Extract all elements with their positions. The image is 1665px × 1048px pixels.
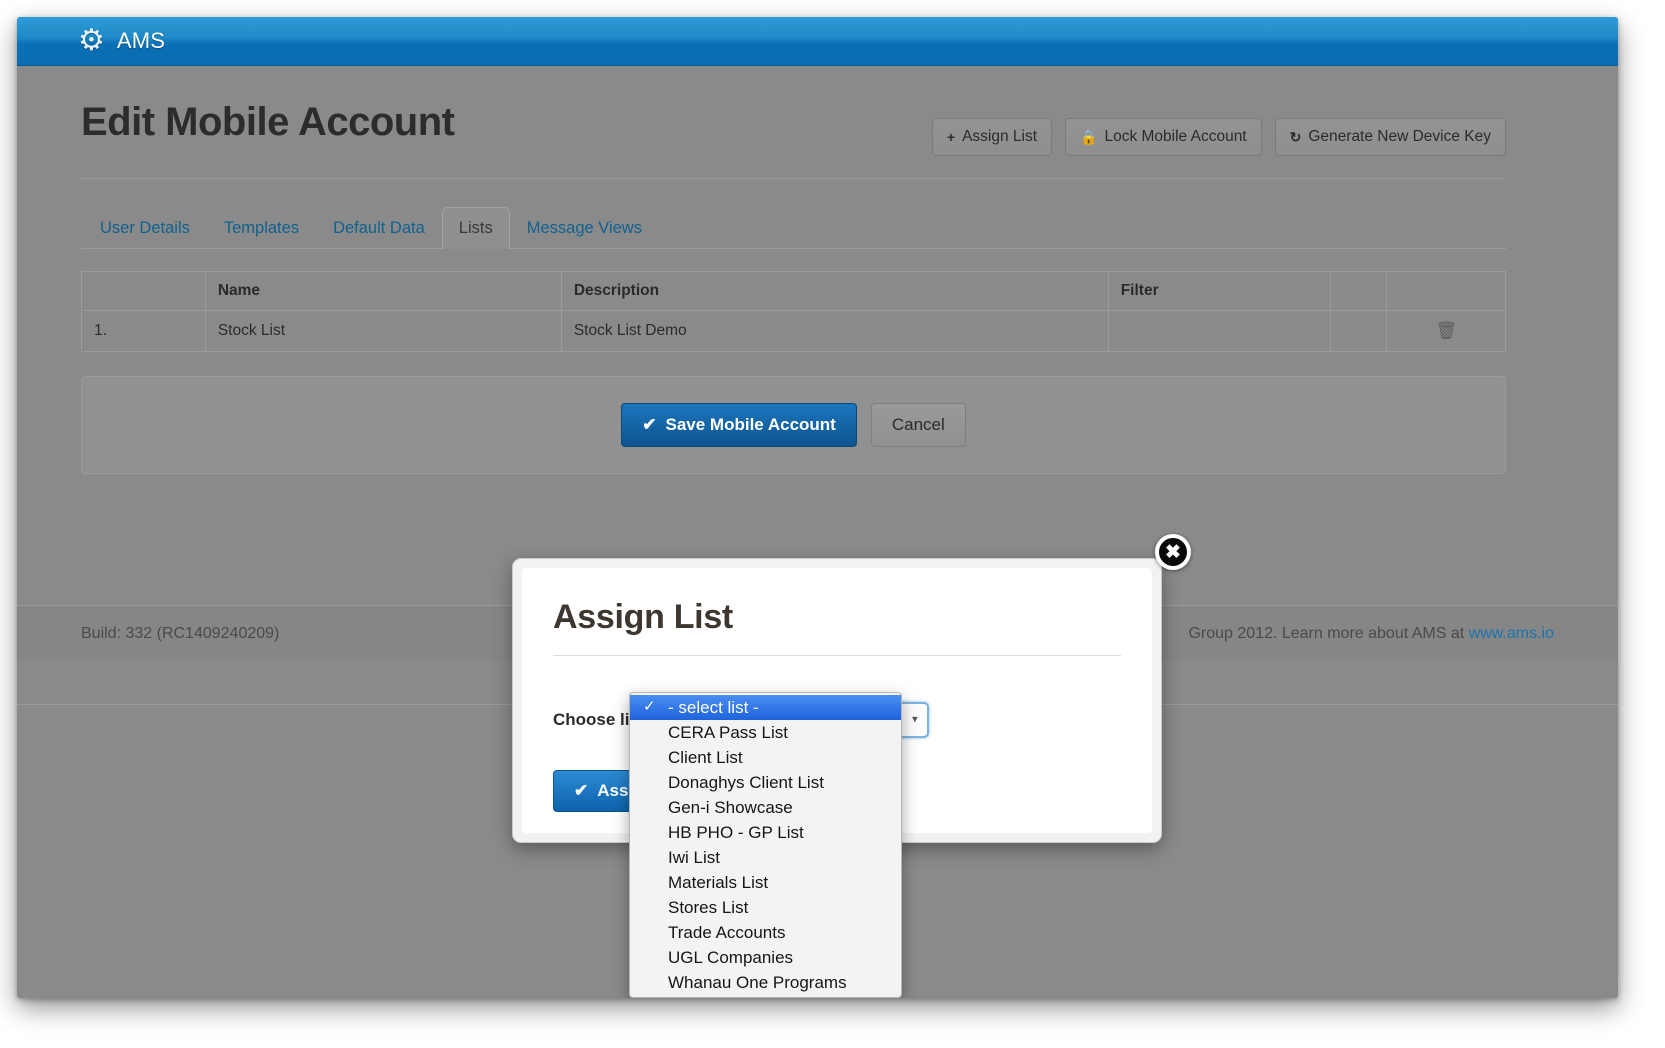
dropdown-option-label: CERA Pass List (668, 723, 788, 742)
refresh-icon: ↻ (1289, 128, 1302, 145)
form-actions-panel: ✔ Save Mobile Account Cancel (81, 376, 1506, 474)
th-filter: Filter (1107, 271, 1331, 311)
dropdown-option-label: Gen-i Showcase (668, 798, 793, 817)
dropdown-option-label: HB PHO - GP List (668, 823, 804, 842)
tab-bar: User Details Templates Default Data List… (81, 207, 1506, 249)
footer-copyright: Group 2012. Learn more about AMS at www.… (1188, 625, 1554, 643)
brand-link[interactable]: ⚙ AMS (78, 26, 165, 56)
assign-list-button[interactable]: + Assign List (931, 118, 1053, 156)
modal-title-divider (553, 655, 1121, 656)
dropdown-option-label: - select list - (668, 698, 759, 717)
dropdown-option[interactable]: Materials List (630, 870, 901, 895)
table-row: 1. Stock List Stock List Demo 🗑 (81, 310, 1506, 352)
dropdown-option-label: Trade Accounts (668, 923, 786, 942)
assign-list-button-label: Assign List (962, 128, 1038, 145)
dropdown-option-label: Client List (668, 748, 743, 767)
lists-table: Name Description Filter 1. Stock List St… (81, 271, 1506, 352)
header-actions: + Assign List 🔒 Lock Mobile Account ↻ Ge… (931, 100, 1506, 156)
lock-mobile-account-button[interactable]: 🔒 Lock Mobile Account (1065, 118, 1262, 156)
build-info: Build: 332 (RC1409240209) (81, 625, 280, 642)
dropdown-option-label: Materials List (668, 873, 769, 892)
tab-default-data[interactable]: Default Data (316, 207, 442, 249)
top-navbar: ⚙ AMS (17, 17, 1618, 66)
dropdown-option[interactable]: UGL Companies (630, 945, 901, 970)
cell-index: 1. (81, 310, 206, 352)
dropdown-option-label: UGL Companies (668, 948, 794, 967)
th-name: Name (204, 271, 562, 311)
check-icon: ✔ (642, 415, 657, 434)
dropdown-option[interactable]: HB PHO - GP List (630, 820, 901, 845)
cancel-button[interactable]: Cancel (870, 403, 966, 447)
cell-filter (1107, 310, 1331, 352)
cell-spare (1329, 310, 1388, 352)
dropdown-option[interactable]: Client List (630, 745, 901, 770)
footer-copyright-text: Group 2012. Learn more about AMS at (1188, 625, 1465, 642)
dropdown-option-label: Stores List (668, 898, 749, 917)
lock-mobile-account-button-label: Lock Mobile Account (1104, 128, 1247, 145)
generate-new-device-key-button[interactable]: ↻ Generate New Device Key (1274, 118, 1506, 156)
save-mobile-account-button[interactable]: ✔ Save Mobile Account (621, 403, 857, 447)
tab-templates[interactable]: Templates (207, 207, 316, 249)
dropdown-option-label: Iwi List (668, 848, 720, 867)
th-actions (1386, 271, 1506, 311)
dropdown-option[interactable]: Donaghys Client List (630, 770, 901, 795)
ams-website-link[interactable]: www.ams.io (1469, 625, 1554, 642)
list-select-dropdown[interactable]: ✓ - select list - CERA Pass List Client Lis… (629, 692, 902, 998)
th-spare (1329, 271, 1388, 311)
th-description: Description (560, 271, 1109, 311)
plus-icon: + (946, 129, 956, 145)
dropdown-option[interactable]: CERA Pass List (630, 720, 901, 745)
th-index (81, 271, 206, 311)
browser-window: ⚙ AMS Edit Mobile Account + Assign List … (17, 17, 1618, 998)
chevron-down-icon: ▾ (912, 713, 918, 726)
dropdown-option-label: Donaghys Client List (668, 773, 824, 792)
dropdown-option[interactable]: Iwi List (630, 845, 901, 870)
trash-icon: 🗑 (1435, 321, 1457, 340)
brand-label: AMS (116, 28, 166, 53)
dropdown-option[interactable]: Stores List (630, 895, 901, 920)
cell-description: Stock List Demo (560, 310, 1109, 352)
content-container: Edit Mobile Account + Assign List 🔒 Lock… (81, 66, 1506, 474)
screenshot-root: ⚙ AMS Edit Mobile Account + Assign List … (0, 0, 1665, 1048)
tab-message-views[interactable]: Message Views (510, 207, 659, 249)
dropdown-option[interactable]: ✓ - select list - (630, 695, 901, 720)
dropdown-option[interactable]: Whanau One Programs (630, 970, 901, 995)
close-icon[interactable]: ✖ (1155, 534, 1191, 570)
dropdown-option[interactable]: Gen-i Showcase (630, 795, 901, 820)
page-header: Edit Mobile Account + Assign List 🔒 Lock… (81, 66, 1506, 156)
tab-lists[interactable]: Lists (441, 207, 510, 249)
generate-new-device-key-button-label: Generate New Device Key (1308, 128, 1491, 145)
modal-title: Assign List (553, 598, 733, 636)
dropdown-option[interactable]: Trade Accounts (630, 920, 901, 945)
check-icon: ✓ (643, 698, 656, 715)
save-mobile-account-button-label: Save Mobile Account (665, 415, 836, 434)
delete-row-button[interactable]: 🗑 (1386, 310, 1506, 352)
check-icon: ✔ (574, 781, 589, 800)
title-divider (81, 178, 1506, 179)
lock-icon: 🔒 (1080, 128, 1098, 145)
table-header-row: Name Description Filter (81, 271, 1506, 311)
page-title: Edit Mobile Account (81, 100, 455, 144)
cell-name: Stock List (204, 310, 562, 352)
gear-icon: ⚙ (78, 24, 105, 57)
dropdown-option-label: Whanau One Programs (668, 973, 847, 992)
tab-user-details[interactable]: User Details (83, 207, 207, 249)
